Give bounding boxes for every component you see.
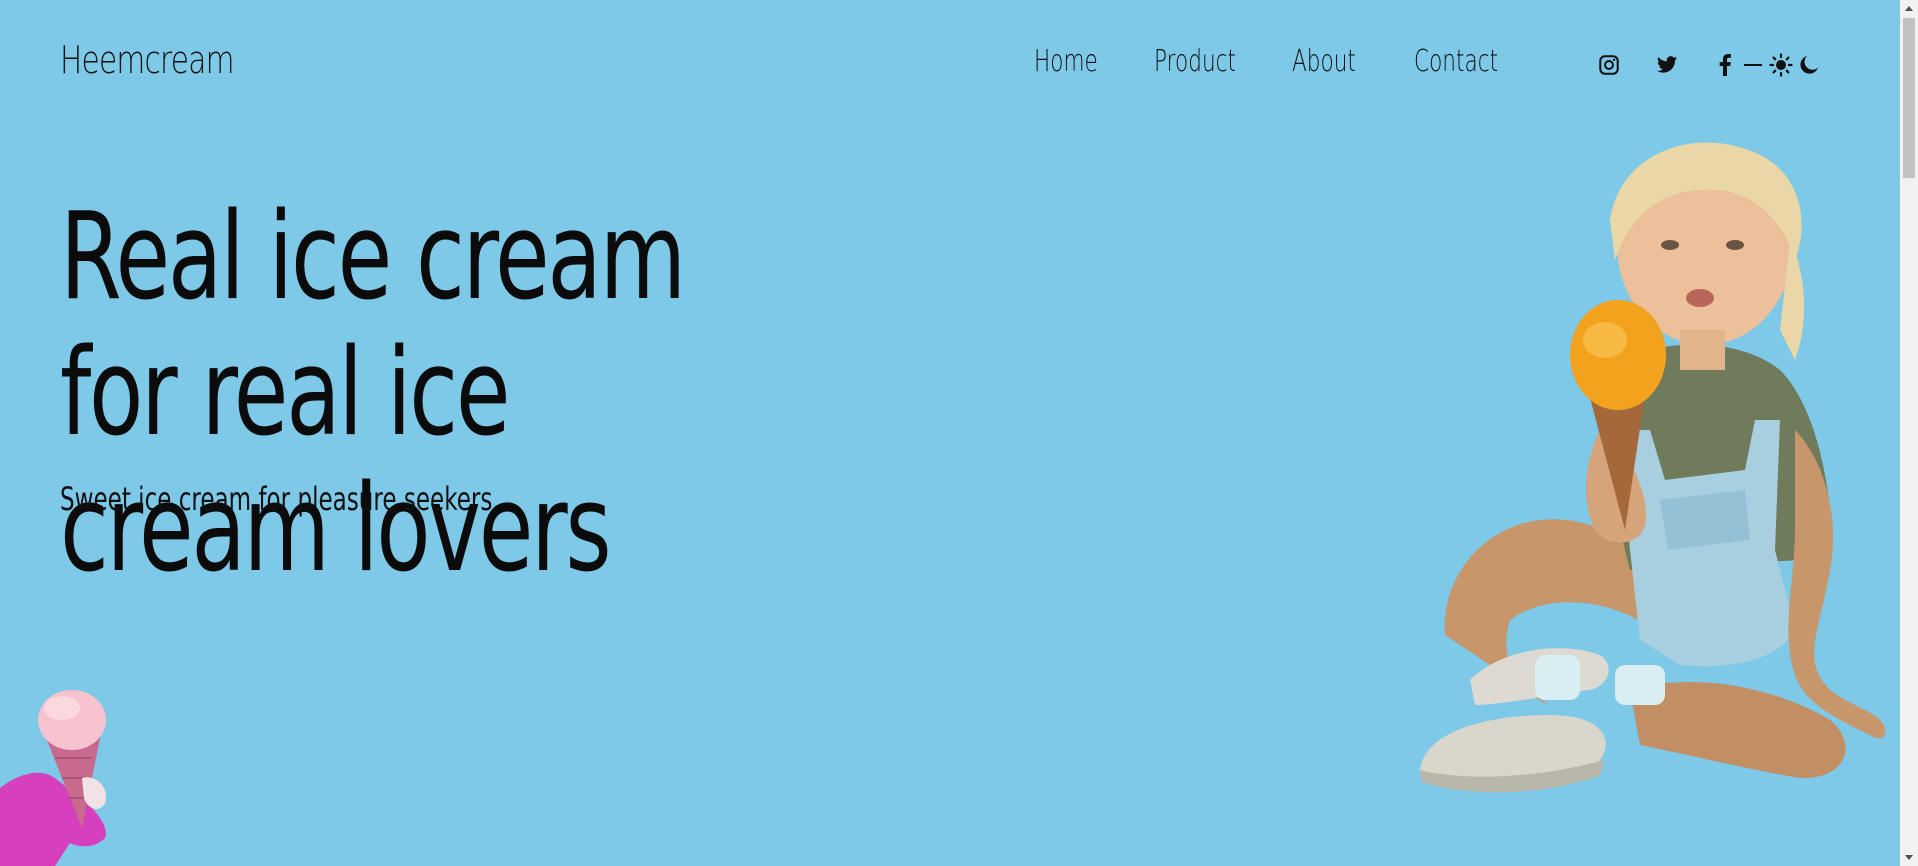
twitter-icon[interactable]	[1654, 52, 1680, 78]
instagram-icon[interactable]	[1596, 52, 1622, 78]
brand-logo[interactable]: Heemcream	[60, 38, 234, 82]
nav-home[interactable]: Home	[1034, 44, 1098, 79]
nav-about[interactable]: About	[1292, 44, 1356, 79]
facebook-icon[interactable]	[1712, 52, 1738, 78]
hero-subtitle: Sweet ice cream for pleasure seekers.	[60, 480, 500, 518]
child-with-ice-cream-photo	[1420, 142, 1886, 793]
scrollbar-thumb[interactable]	[1903, 18, 1915, 178]
pink-ice-cream-cone-photo	[0, 690, 107, 866]
moon-icon[interactable]	[1796, 52, 1822, 78]
social-links	[1596, 52, 1822, 78]
nav-product[interactable]: Product	[1154, 44, 1236, 79]
sun-icon[interactable]	[1768, 52, 1794, 78]
scroll-down-icon[interactable]	[1905, 855, 1913, 860]
hero-title: Real ice cream for real ice cream lovers	[60, 188, 686, 599]
page: Heemcream Home Product About Contact Rea…	[0, 0, 1918, 866]
vertical-scrollbar[interactable]	[1900, 0, 1918, 866]
scroll-up-icon[interactable]	[1905, 6, 1913, 11]
divider	[1744, 64, 1762, 66]
nav-contact[interactable]: Contact	[1414, 44, 1498, 79]
